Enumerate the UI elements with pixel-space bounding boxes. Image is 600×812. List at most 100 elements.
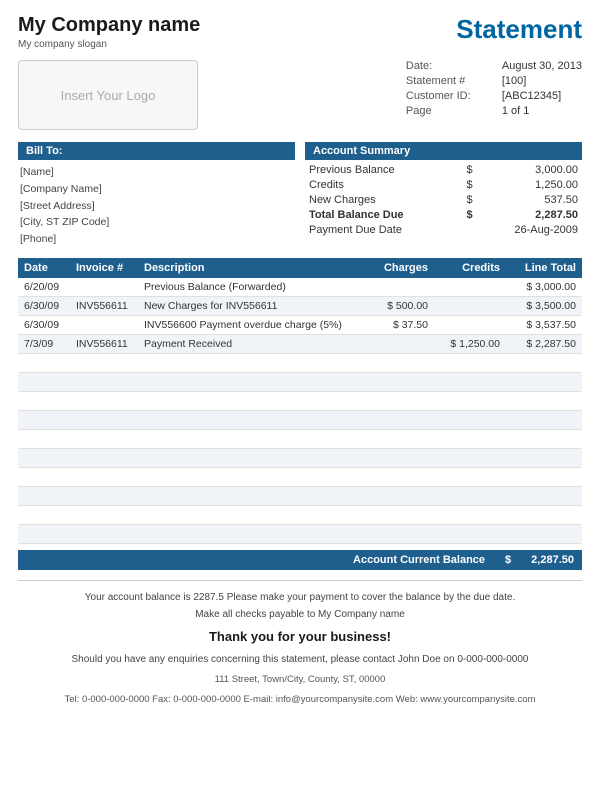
empty-cell [362,467,434,486]
bill-to-street: [Street Address] [20,198,295,215]
empty-cell [70,524,138,543]
page-value: 1 of 1 [502,105,530,117]
summary-row-label: Credits [305,177,456,192]
summary-row-amount: 2,287.50 [477,207,582,222]
balance-amount: 2,287.50 [531,554,574,566]
bill-to-phone: [Phone] [20,231,295,248]
empty-cell [18,410,70,429]
empty-cell [434,353,506,372]
summary-table: Previous Balance $ 3,000.00 Credits $ 1,… [305,162,582,237]
summary-row-symbol [456,222,477,237]
empty-cell [18,467,70,486]
page-row: Page 1 of 1 [406,105,582,117]
cell-credits [434,296,506,315]
cell-invoice: INV556611 [70,334,138,353]
col-line-total: Line Total [506,258,582,278]
empty-cell [362,353,434,372]
empty-cell [362,391,434,410]
date-row: Date: August 30, 2013 [406,60,582,72]
empty-row [18,486,582,505]
empty-row [18,353,582,372]
logo-placeholder: Insert Your Logo [61,88,156,103]
cell-date: 6/20/09 [18,278,70,297]
summary-row-symbol: $ [456,192,477,207]
footer-contact: Tel: 0-000-000-0000 Fax: 0-000-000-0000 … [18,692,582,708]
empty-row [18,391,582,410]
cell-description: New Charges for INV556611 [138,296,362,315]
empty-cell [18,391,70,410]
col-invoice: Invoice # [70,258,138,278]
cell-description: Payment Received [138,334,362,353]
empty-cell [362,448,434,467]
summary-row-label: Previous Balance [305,162,456,177]
summary-row-symbol: $ [456,177,477,192]
empty-cell [138,486,362,505]
date-value: August 30, 2013 [502,60,582,72]
empty-cell [506,524,582,543]
empty-cell [18,448,70,467]
summary-row-label: Payment Due Date [305,222,456,237]
main-table: Date Invoice # Description Charges Credi… [18,258,582,544]
summary-row-amount: 537.50 [477,192,582,207]
empty-cell [138,353,362,372]
empty-cell [506,391,582,410]
empty-cell [434,505,506,524]
table-row: 6/20/09 Previous Balance (Forwarded) $ 3… [18,278,582,297]
empty-cell [506,372,582,391]
footer-note1: Your account balance is 2287.5 Please ma… [18,589,582,606]
empty-cell [138,467,362,486]
mid-section: Bill To: [Name] [Company Name] [Street A… [18,142,582,248]
empty-cell [138,372,362,391]
empty-cell [506,353,582,372]
empty-cell [362,410,434,429]
company-slogan: My company slogan [18,39,200,50]
col-date: Date [18,258,70,278]
empty-cell [506,448,582,467]
empty-cell [362,524,434,543]
summary-row: New Charges $ 537.50 [305,192,582,207]
empty-cell [362,505,434,524]
col-credits: Credits [434,258,506,278]
summary-row-amount: 1,250.00 [477,177,582,192]
balance-symbol: $ [505,554,511,566]
summary-row-amount: 3,000.00 [477,162,582,177]
company-name: My Company name [18,14,200,37]
table-body: 6/20/09 Previous Balance (Forwarded) $ 3… [18,278,582,544]
customer-row: Customer ID: [ABC12345] [406,90,582,102]
empty-cell [434,448,506,467]
empty-cell [138,524,362,543]
cell-charges: $ 500.00 [362,296,434,315]
col-description: Description [138,258,362,278]
cell-invoice: INV556611 [70,296,138,315]
empty-cell [434,391,506,410]
cell-date: 6/30/09 [18,315,70,334]
empty-cell [70,391,138,410]
empty-cell [138,448,362,467]
empty-row [18,524,582,543]
col-charges: Charges [362,258,434,278]
empty-cell [362,372,434,391]
footer-note2: Make all checks payable to My Company na… [18,606,582,623]
cell-invoice [70,315,138,334]
empty-cell [506,486,582,505]
empty-cell [70,353,138,372]
empty-cell [18,505,70,524]
header: My Company name My company slogan Statem… [18,14,582,50]
summary-row: Previous Balance $ 3,000.00 [305,162,582,177]
empty-row [18,448,582,467]
statement-title: Statement [456,14,582,45]
customer-label: Customer ID: [406,90,496,102]
summary-row-amount: 26-Aug-2009 [477,222,582,237]
empty-cell [70,372,138,391]
balance-row: Account Current Balance $ 2,287.50 [18,550,582,570]
cell-description: Previous Balance (Forwarded) [138,278,362,297]
date-info: Date: August 30, 2013 Statement # [100] … [406,60,582,130]
empty-cell [18,429,70,448]
table-row: 6/30/09 INV556611 New Charges for INV556… [18,296,582,315]
bill-to-content: [Name] [Company Name] [Street Address] [… [18,164,295,248]
empty-cell [70,429,138,448]
statement-row: Statement # [100] [406,75,582,87]
logo-box: Insert Your Logo [18,60,198,130]
empty-cell [506,505,582,524]
date-label: Date: [406,60,496,72]
